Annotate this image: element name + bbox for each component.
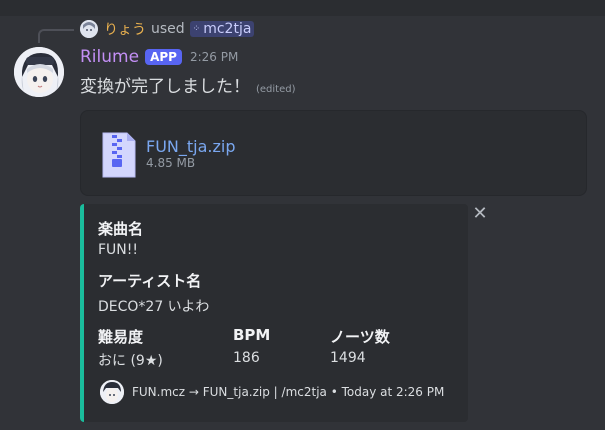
field-value-notes: 1494: [330, 350, 366, 366]
reply-used-text: used: [151, 21, 185, 37]
slash-command-icon: ⁘: [192, 24, 201, 34]
message-text: 変換が完了しました！: [80, 77, 250, 97]
field-title-bpm: BPM: [233, 326, 271, 344]
field-title-song: 楽曲名: [98, 220, 144, 238]
command-name: mc2tja: [203, 21, 252, 37]
field-value-artist: DECO*27 いよわ: [98, 299, 210, 315]
footer-text: FUN.mcz → FUN_tja.zip | /mc2tja • Today …: [132, 385, 445, 399]
reply-context[interactable]: りょう used ⁘ mc2tja: [80, 18, 255, 40]
zip-file-icon: [101, 131, 137, 179]
message-header: Rilume APP 2:26 PM: [80, 46, 238, 68]
message-content: 変換が完了しました！ (edited): [80, 72, 296, 97]
field-value-song: FUN!!: [98, 242, 138, 258]
file-size: 4.85 MB: [146, 156, 196, 170]
app-tag-badge: APP: [145, 49, 182, 65]
reply-username[interactable]: りょう: [104, 19, 146, 39]
field-title-notes: ノーツ数: [330, 328, 390, 346]
avatar[interactable]: [14, 47, 64, 97]
top-bar: [0, 0, 605, 16]
footer-avatar: [100, 380, 124, 404]
reply-spine: [38, 29, 74, 43]
embed: 楽曲名 FUN!! アーティスト名 DECO*27 いよわ 難易度 おに (9★…: [80, 204, 468, 422]
embed-footer: FUN.mcz → FUN_tja.zip | /mc2tja • Today …: [100, 380, 444, 404]
field-title-artist: アーティスト名: [98, 272, 202, 290]
edited-marker[interactable]: (edited): [256, 84, 296, 95]
bot-username[interactable]: Rilume: [80, 47, 139, 67]
file-attachment: FUN_tja.zip 4.85 MB: [80, 110, 587, 196]
field-title-difficulty: 難易度: [98, 328, 144, 346]
close-icon[interactable]: ✕: [472, 205, 488, 223]
file-name-link[interactable]: FUN_tja.zip: [146, 137, 236, 156]
field-value-bpm: 186: [233, 350, 260, 366]
field-value-difficulty: おに (9★): [98, 353, 163, 369]
message-timestamp[interactable]: 2:26 PM: [190, 50, 238, 64]
reply-avatar[interactable]: [80, 20, 98, 38]
command-pill[interactable]: ⁘ mc2tja: [189, 21, 255, 37]
